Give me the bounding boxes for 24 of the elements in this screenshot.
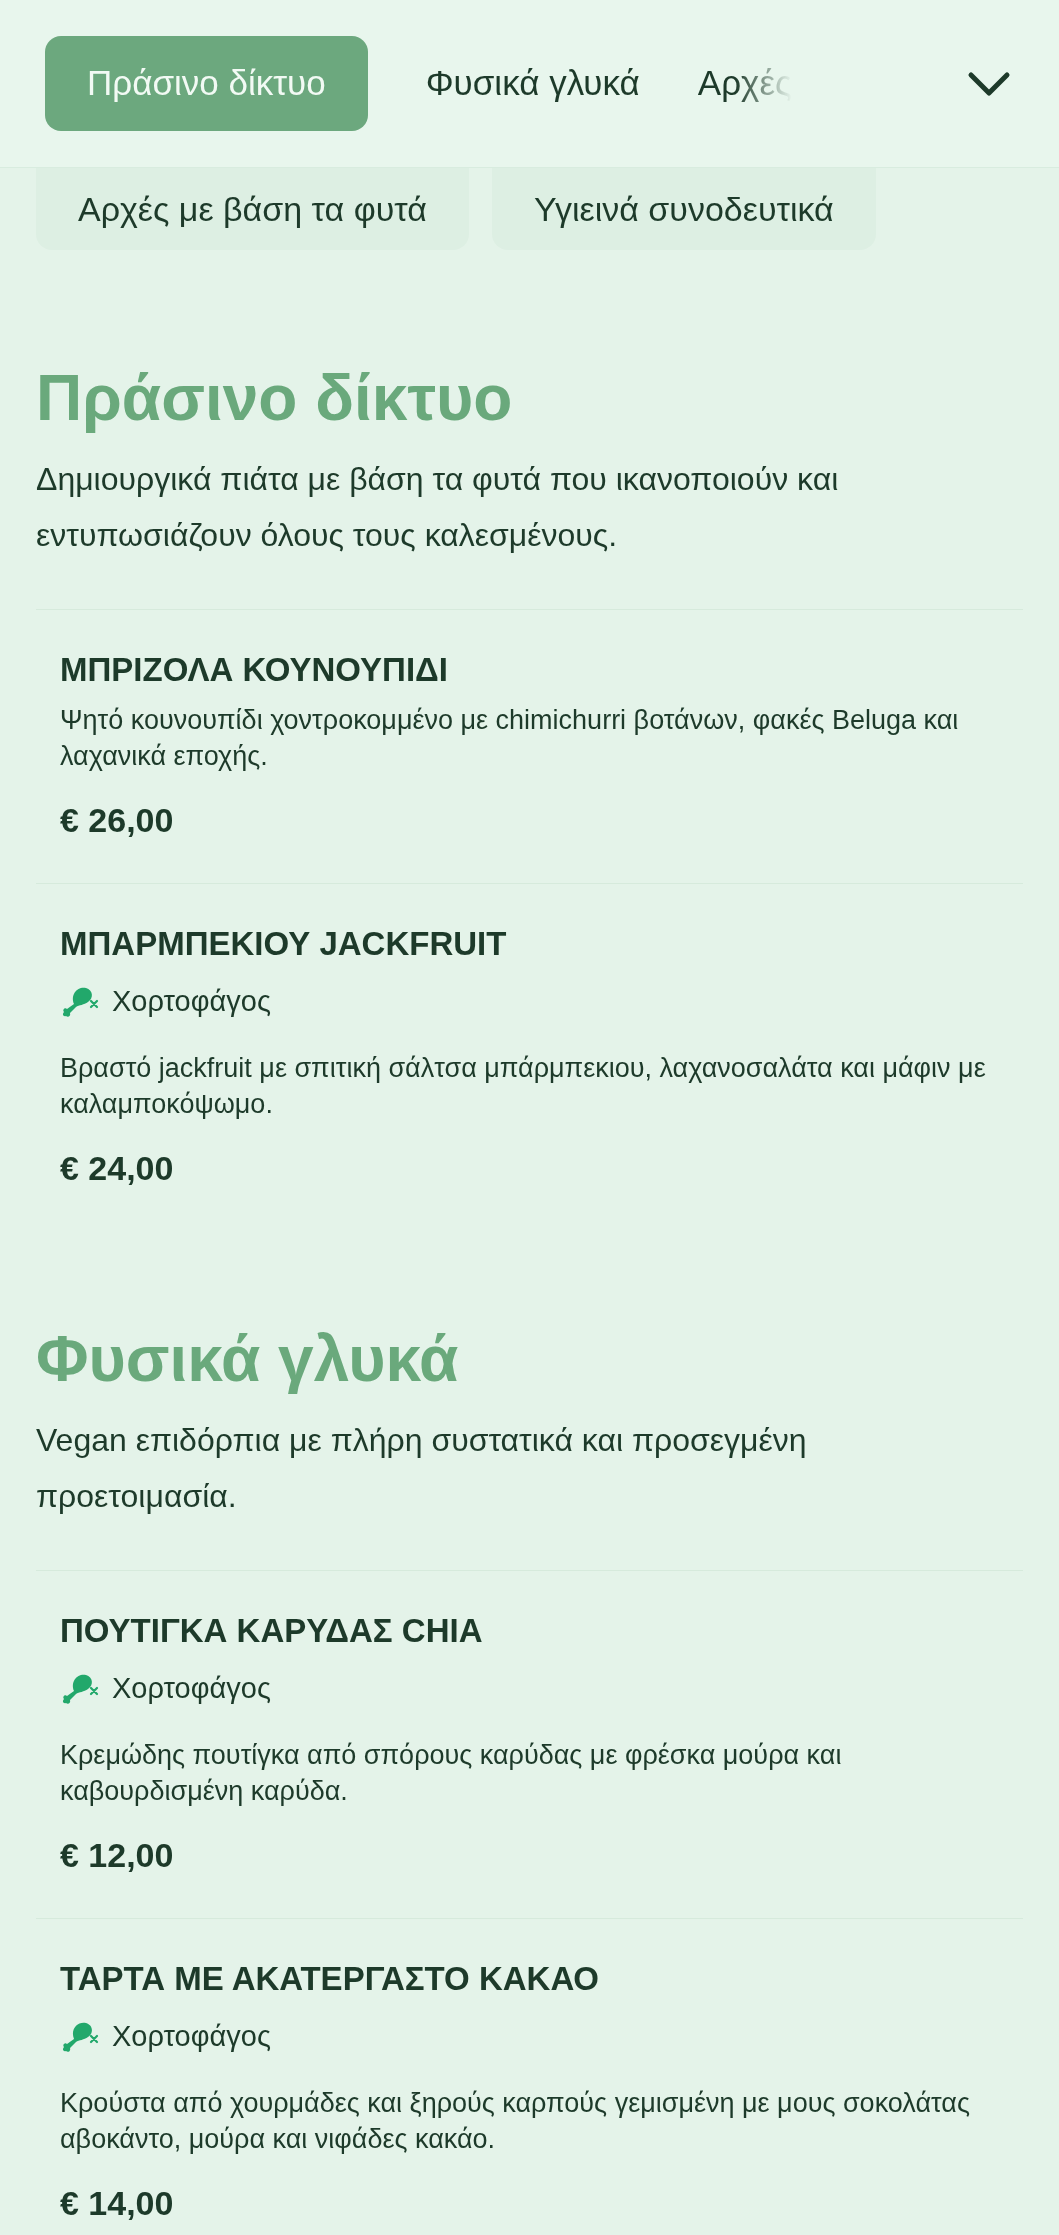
section-description: Vegan επιδόρπια με πλήρη συστατικά και προσεγμένη προετοιμασία. — [36, 1421, 808, 1516]
dish-price: € 14,00 — [60, 2183, 175, 2223]
dish-name: ΤΑΡΤΑ ΜΕ ΑΚΑΤΕΡΓΑΣΤΟ ΚΑΚΑΟ — [60, 1959, 601, 1999]
category-tab[interactable]: Φυσικά γλυκά — [425, 36, 640, 131]
dish-price: € 24,00 — [60, 1148, 175, 1188]
dish-price: € 26,00 — [60, 800, 175, 840]
dish-description: Ψητό κουνουπίδι χοντροκομμένο με chimichurri βοτάνων, φακές Beluga και λαχανικά εποχής. — [60, 704, 960, 773]
dish-name: ΜΠΡΙΖΟΛΑ ΚΟΥΝΟΥΠΙΔΙ — [60, 650, 449, 690]
chevron-down-icon — [967, 70, 1011, 97]
dish-description: Κρούστα από χουρμάδες και ξηρούς καρπούς γεμισμένη με μους σοκολάτας αβοκάντο, μούρα και νιφάδες κακάο. — [60, 2087, 971, 2156]
category-chip[interactable]: Αρχές με βάση τα φυτά — [36, 168, 469, 250]
dish-description: Βραστό jackfruit με σπιτική σάλτσα μπάρμπεκιου, λαχανοσαλάτα και μάφιν με καλαμποκόψωμο. — [60, 1052, 987, 1121]
diet-tag: Χορτοφάγος — [112, 2015, 271, 2059]
diet-tag: Χορτοφάγος — [112, 980, 271, 1024]
category-chip[interactable]: Υγιεινά συνοδευτικά — [491, 168, 876, 250]
diet-tag: Χορτοφάγος — [112, 1667, 271, 1711]
dish-description: Κρεμώδης πουτίγκα από σπόρους καρύδας με φρέσκα μούρα και καβουρδισμένη καρύδα. — [60, 1739, 843, 1808]
dish-price: € 12,00 — [60, 1835, 175, 1875]
category-tab[interactable]: Αρχές — [697, 36, 792, 131]
section-title: Πράσινο δίκτυο — [36, 361, 514, 436]
dish-name: ΠΟΥΤΙΓΚΑ ΚΑΡΥΔΑΣ CHIA — [60, 1611, 484, 1651]
section-description: Δημιουργικά πιάτα με βάση τα φυτά που ικανοποιούν και εντυπωσιάζουν όλους τους καλεσμένους. — [36, 460, 840, 555]
dish-name: ΜΠΑΡΜΠΕΚΙΟΥ JACKFRUIT — [60, 924, 508, 964]
section-title: Φυσικά γλυκά — [36, 1322, 460, 1397]
